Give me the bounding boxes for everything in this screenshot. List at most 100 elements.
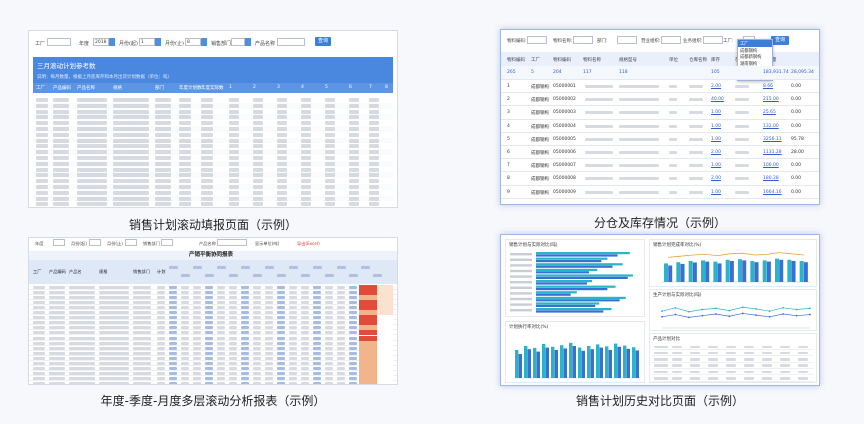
filter-label: 物料编码: — [507, 39, 527, 44]
stock-value[interactable]: 132.00 — [763, 124, 779, 129]
blurred-cell — [77, 167, 107, 172]
blurred-cell — [217, 291, 225, 295]
bar — [536, 351, 540, 378]
blurred-cell — [33, 341, 45, 345]
blurred-cell — [193, 331, 201, 335]
filter-input[interactable] — [89, 239, 101, 246]
blurred-cell — [253, 346, 261, 350]
blurred-cell — [654, 364, 668, 367]
blurred-cell — [155, 127, 171, 131]
blurred-cell — [201, 138, 213, 143]
filter-input[interactable] — [703, 36, 723, 44]
blurred-cell — [69, 356, 95, 360]
blurred-cell — [337, 306, 345, 310]
blurred-cell — [301, 306, 309, 310]
dept-select[interactable] — [231, 38, 245, 46]
blurred-cell — [69, 296, 95, 300]
chevron-down-icon[interactable] — [109, 38, 115, 46]
bar — [536, 254, 618, 257]
panel-header: 三月滚动计划参考数 说明：每月数量，根据上月底库存和本月出货计划数据（单位：吨） — [33, 57, 393, 83]
stock-value[interactable]: 215.00 — [763, 97, 779, 102]
blurred-cell — [265, 361, 273, 365]
blurred-cell — [217, 346, 225, 350]
blurred-cell — [349, 311, 357, 315]
blurred-name — [585, 137, 613, 141]
blurred-cell — [99, 381, 129, 384]
blurred-cell — [113, 115, 149, 120]
blurred-cell — [49, 336, 65, 340]
stock-value[interactable]: 1664.16 — [763, 190, 782, 195]
bar — [668, 265, 673, 282]
filter-input[interactable] — [125, 239, 137, 246]
filter-input[interactable] — [53, 239, 65, 246]
blurred-cell — [277, 366, 285, 370]
filter-input[interactable] — [661, 36, 681, 44]
blurred-cell — [301, 196, 311, 201]
totals-cell: 28,095.34 — [791, 70, 814, 75]
factory-input[interactable] — [47, 38, 71, 46]
blurred-cell — [113, 109, 149, 114]
chart-panel-completion: 销售计划完成率对比(%) — [649, 239, 817, 287]
stock-value[interactable]: 25.65 — [763, 110, 776, 115]
blurred-cell — [289, 321, 297, 325]
table-row — [33, 201, 393, 207]
blurred-unit — [669, 151, 677, 154]
filter-input[interactable] — [617, 36, 637, 44]
blurred-cell — [337, 361, 345, 365]
filter-label: 营业组织: — [641, 39, 661, 44]
query-button[interactable]: 查询 — [771, 36, 789, 45]
chevron-down-icon[interactable] — [155, 38, 161, 46]
stock-value[interactable]: 180.28 — [763, 176, 779, 181]
blurred-cell — [181, 356, 189, 360]
bar — [536, 293, 571, 296]
blurred-cell — [33, 356, 45, 360]
stock-value[interactable]: 106.00 — [763, 163, 779, 168]
blurred-cell — [193, 296, 201, 300]
bar — [569, 342, 573, 378]
stock-value[interactable]: 3256.11 — [763, 137, 782, 142]
blurred-cell — [265, 341, 273, 345]
chevron-down-icon[interactable] — [245, 38, 251, 46]
filter-input[interactable] — [527, 36, 547, 44]
product-input[interactable] — [277, 38, 305, 46]
table-row: 6 成都钢构 05000006 2.00 1131.28 28.00 — [501, 146, 819, 160]
blurred-cell — [672, 364, 682, 367]
stock-value[interactable]: 8.66 — [763, 84, 773, 89]
blurred-cell — [53, 115, 69, 120]
blurred-cell — [369, 167, 379, 172]
blurred-cell — [708, 377, 718, 380]
blurred-cell — [349, 161, 359, 166]
table-row: 2 成都钢构 05000002 40.00 215.00 0.00 — [501, 93, 819, 107]
filter-input[interactable] — [573, 36, 593, 44]
export-link[interactable]: 导出(Excel) — [297, 241, 320, 247]
stock-value: 0.00 — [791, 176, 802, 182]
chevron-down-icon[interactable] — [201, 38, 207, 46]
query-button[interactable]: 查询 — [315, 37, 331, 46]
blurred-cell — [69, 306, 95, 310]
blurred-cell — [113, 185, 149, 189]
blurred-intransit — [735, 190, 749, 194]
blurred-cell — [113, 127, 149, 131]
stock-value[interactable]: 1131.28 — [763, 150, 782, 155]
blurred-cell — [205, 286, 213, 289]
blurred-cell — [53, 150, 69, 155]
bar — [536, 280, 593, 283]
year-select[interactable]: 2018 — [93, 38, 109, 46]
blurred-warehouse — [689, 151, 703, 154]
blurred-cell — [181, 291, 189, 295]
filter-label: 物料名称: — [553, 39, 573, 44]
month-from-select[interactable]: 1 — [139, 38, 155, 46]
blurred-cell — [33, 376, 45, 380]
blurred-cell — [265, 331, 273, 335]
blurred-cell — [325, 326, 333, 330]
table-cell: 05000005 — [553, 136, 576, 142]
table-header-cell: 7 — [369, 85, 372, 90]
bar — [750, 261, 755, 282]
filter-input[interactable] — [217, 239, 247, 246]
blurred-cell — [217, 341, 225, 345]
blurred-cell — [325, 371, 333, 375]
month-to-select[interactable]: 8 — [185, 38, 201, 46]
blurred-cell — [99, 306, 129, 310]
blurred-cell — [181, 326, 189, 330]
filter-input[interactable] — [161, 239, 173, 246]
